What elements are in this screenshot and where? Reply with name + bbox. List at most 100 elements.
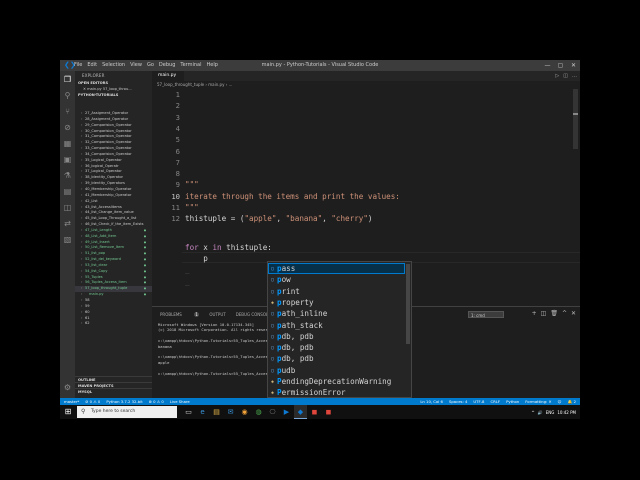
language-mode[interactable]: Python — [506, 398, 519, 405]
split-terminal-icon[interactable]: ◫ — [541, 310, 547, 317]
file-tree-item[interactable]: 62 — [75, 321, 152, 327]
suggestion-item[interactable]: ▢ path_inline — [268, 308, 405, 319]
formatting-status[interactable]: Formatting: ✕ — [525, 398, 551, 405]
app-red-icon[interactable]: ◼ — [308, 405, 321, 419]
suggestion-item[interactable]: ▢ path_stack — [268, 320, 405, 331]
minimize-button[interactable]: — — [541, 60, 554, 71]
chevron-up-icon[interactable]: ^ — [562, 310, 567, 317]
terminal-select[interactable]: 1: cmd — [468, 311, 504, 318]
project-section[interactable]: PYTHON-TUTORIALS — [75, 92, 152, 98]
suggestion-label: PendingDeprecationWarning — [277, 377, 392, 386]
file-tree-item-label: 59 — [85, 303, 90, 308]
menu-debug[interactable]: Debug — [159, 60, 175, 71]
volume-icon[interactable]: 🔊 — [538, 410, 543, 415]
menu-file[interactable]: File — [74, 60, 82, 71]
task-view-icon[interactable]: ▭ — [182, 405, 195, 419]
code-line-10[interactable]: p — [185, 253, 208, 264]
test-icon[interactable]: ⚗ — [63, 171, 72, 180]
editor-scrollbar[interactable] — [573, 89, 578, 149]
file-tree-item-label: 46_list_Check_if_the_item_Exists — [85, 222, 144, 227]
git-branch[interactable]: master* — [64, 398, 79, 405]
files-icon[interactable]: ❐ — [63, 75, 72, 84]
code-line-5[interactable]: iterate through the items and print the … — [185, 191, 400, 202]
clock[interactable]: 10:42 PM — [557, 410, 576, 415]
close-panel-icon[interactable]: ✕ — [571, 310, 576, 317]
problems-status[interactable]: ⊗ 0 ⚠ 0 — [149, 398, 164, 405]
suggestion-item[interactable]: ▢ pdb, pdb — [268, 342, 405, 353]
more-actions-icon[interactable]: … — [572, 71, 577, 81]
maximize-button[interactable]: ▢ — [554, 60, 567, 71]
debug-icon[interactable]: ⊘ — [63, 123, 72, 132]
live-share-icon[interactable]: ⇄ — [63, 219, 72, 228]
suggestion-label: print — [277, 286, 300, 296]
docker-icon[interactable]: ◫ — [63, 203, 72, 212]
indent-marker: _ — [185, 276, 190, 286]
source-control-icon[interactable]: ⑂ — [63, 107, 72, 116]
add-terminal-icon[interactable]: + — [532, 310, 537, 317]
explorer-db-icon[interactable]: ▤ — [63, 187, 72, 196]
suggestion-item[interactable]: ▢ pow — [268, 274, 405, 285]
suggestion-item[interactable]: ▢ pdb, pdb — [268, 353, 405, 364]
split-editor-icon[interactable]: ◫ — [563, 71, 568, 81]
suggest-scrollbar[interactable] — [406, 264, 410, 344]
menu-terminal[interactable]: Terminal — [180, 60, 201, 71]
vscode-window: ❮❯ File Edit Selection View Go Debug Ter… — [60, 60, 580, 405]
indentation[interactable]: Spaces: 4 — [449, 398, 467, 405]
autocomplete-list[interactable]: ▢ pass ▢ pow ▢ print ◈ property ▢ path_inline ▢ pat… — [267, 261, 412, 398]
suggestion-item[interactable]: ◈ PendingDeprecationWarning — [268, 376, 405, 387]
extra-icon[interactable]: ▧ — [63, 235, 72, 244]
run-icon[interactable]: ▷ — [555, 71, 559, 81]
extensions-icon[interactable]: ▦ — [63, 139, 72, 148]
code-line-6[interactable]: """ — [185, 202, 199, 213]
menu-selection[interactable]: Selection — [102, 60, 125, 71]
search-icon[interactable]: ⚲ — [63, 91, 72, 100]
language-indicator[interactable]: ENG — [546, 410, 555, 415]
file-tree-item-label: 30_Comparision_Operator — [85, 128, 132, 133]
taskbar-search-box[interactable]: ⚲ Type here to search — [77, 406, 177, 418]
line-endings[interactable]: CRLF — [490, 398, 500, 405]
python-interpreter[interactable]: Python 3.7.2 32-bit — [106, 398, 142, 405]
code-line-9[interactable]: for x in thistuple: — [185, 242, 272, 253]
vscode-taskbar-icon[interactable]: ◆ — [294, 405, 307, 419]
breadcrumb[interactable]: 57_loop_throught_tuple › main.py › ... — [152, 81, 580, 89]
status-bar: master* ⊘ 0 ⚠ 0 Python 3.7.2 32-bit ⊗ 0 … — [60, 398, 580, 405]
tab-main-py[interactable]: main.py — [152, 71, 184, 81]
app-icon[interactable]: ⎔ — [266, 405, 279, 419]
firefox-icon[interactable]: ◉ — [238, 405, 251, 419]
tray-chevron-icon[interactable]: ^ — [531, 410, 534, 415]
code-line-11[interactable]: _ — [185, 264, 190, 275]
windows-start-icon[interactable]: ⊞ — [63, 407, 73, 417]
menu-view[interactable]: View — [130, 60, 142, 71]
feedback-icon[interactable]: ☺ — [558, 398, 562, 405]
suggestion-item[interactable]: ▢ pdb, pdb — [268, 331, 405, 342]
cursor-position[interactable]: Ln 10, Col 6 — [420, 398, 443, 405]
tab-output[interactable]: OUTPUT — [209, 312, 225, 317]
trash-icon[interactable]: 🗑 — [550, 310, 558, 317]
mail-icon[interactable]: ✉ — [224, 405, 237, 419]
tab-problems[interactable]: PROBLEMS 1 — [160, 311, 200, 317]
menu-go[interactable]: Go — [147, 60, 154, 71]
code-line-7[interactable]: thistuple = ("apple", "banana", "cherry"… — [185, 213, 373, 224]
suggestion-item[interactable]: ▢ pass — [268, 263, 405, 275]
menu-help[interactable]: Help — [207, 60, 218, 71]
edge-icon[interactable]: e — [196, 405, 209, 419]
menu-edit[interactable]: Edit — [87, 60, 97, 71]
code-line-4[interactable]: """ — [185, 179, 199, 190]
encoding[interactable]: UTF-8 — [473, 398, 484, 405]
settings-gear-icon[interactable]: ⚙ — [63, 383, 72, 392]
suggestion-item[interactable]: ▢ pudb — [268, 365, 405, 376]
remote-icon[interactable]: ▣ — [63, 155, 72, 164]
sync-status[interactable]: ⊘ 0 ⚠ 0 — [85, 398, 100, 405]
chrome-icon[interactable]: ◍ — [252, 405, 265, 419]
tab-debug-console[interactable]: DEBUG CONSOLE — [236, 312, 271, 317]
suggestion-item[interactable]: ◈ PermissionError — [268, 387, 405, 398]
code-line-12[interactable]: _ — [185, 276, 190, 287]
notifications-icon[interactable]: 🔔 2 — [568, 398, 576, 405]
suggestion-item[interactable]: ◈ property — [268, 297, 405, 308]
media-icon[interactable]: ▶ — [280, 405, 293, 419]
suggestion-item[interactable]: ▢ print — [268, 286, 405, 297]
app-red2-icon[interactable]: ◼ — [322, 405, 335, 419]
live-share-status[interactable]: Live Share — [170, 398, 190, 405]
file-explorer-icon[interactable]: ▤ — [210, 405, 223, 419]
close-window-button[interactable]: ✕ — [567, 60, 580, 71]
